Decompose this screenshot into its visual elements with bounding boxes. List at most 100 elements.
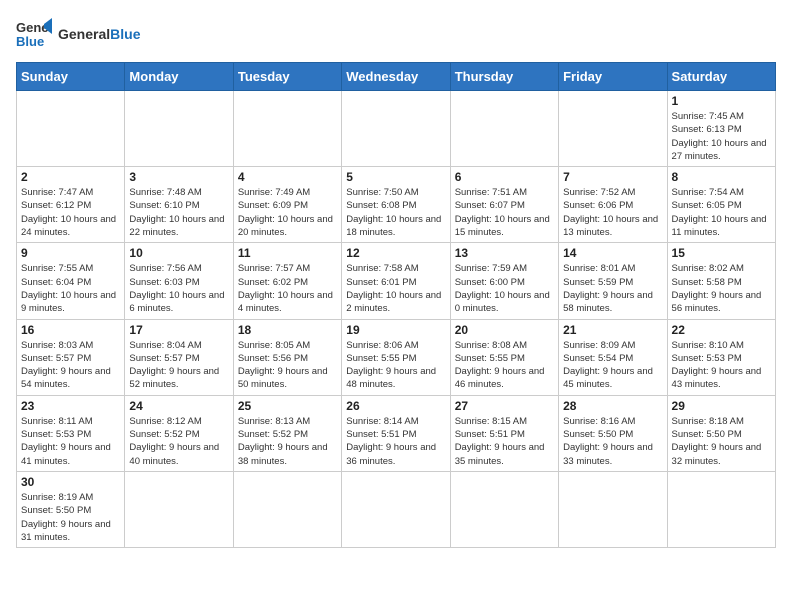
calendar-week-1: 2 Sunrise: 7:47 AM Sunset: 6:12 PM Daylig… — [17, 167, 776, 243]
calendar-cell — [450, 471, 558, 547]
day-number: 4 — [238, 170, 337, 184]
calendar-cell: 11 Sunrise: 7:57 AM Sunset: 6:02 PM Dayli… — [233, 243, 341, 319]
sun-info: Sunrise: 8:02 AM Sunset: 5:58 PM Dayligh… — [672, 262, 771, 315]
sun-info: Sunrise: 8:08 AM Sunset: 5:55 PM Dayligh… — [455, 339, 554, 392]
day-number: 5 — [346, 170, 445, 184]
calendar-cell: 22 Sunrise: 8:10 AM Sunset: 5:53 PM Dayli… — [667, 319, 775, 395]
calendar: SundayMondayTuesdayWednesdayThursdayFrid… — [16, 62, 776, 548]
calendar-cell: 25 Sunrise: 8:13 AM Sunset: 5:52 PM Dayli… — [233, 395, 341, 471]
sun-info: Sunrise: 7:45 AM Sunset: 6:13 PM Dayligh… — [672, 110, 771, 163]
calendar-cell — [450, 91, 558, 167]
day-number: 19 — [346, 323, 445, 337]
day-number: 7 — [563, 170, 662, 184]
logo: General Blue GeneralBlue — [16, 16, 140, 52]
sun-info: Sunrise: 8:11 AM Sunset: 5:53 PM Dayligh… — [21, 415, 120, 468]
sun-info: Sunrise: 7:48 AM Sunset: 6:10 PM Dayligh… — [129, 186, 228, 239]
sun-info: Sunrise: 8:10 AM Sunset: 5:53 PM Dayligh… — [672, 339, 771, 392]
day-number: 16 — [21, 323, 120, 337]
sun-info: Sunrise: 8:13 AM Sunset: 5:52 PM Dayligh… — [238, 415, 337, 468]
day-number: 29 — [672, 399, 771, 413]
calendar-cell — [342, 471, 450, 547]
day-number: 22 — [672, 323, 771, 337]
sun-info: Sunrise: 8:04 AM Sunset: 5:57 PM Dayligh… — [129, 339, 228, 392]
calendar-cell: 5 Sunrise: 7:50 AM Sunset: 6:08 PM Daylig… — [342, 167, 450, 243]
day-number: 1 — [672, 94, 771, 108]
sun-info: Sunrise: 8:14 AM Sunset: 5:51 PM Dayligh… — [346, 415, 445, 468]
calendar-cell: 12Sunrise: 7:58 AM Sunset: 6:01 PM Dayli… — [342, 243, 450, 319]
sun-info: Sunrise: 7:51 AM Sunset: 6:07 PM Dayligh… — [455, 186, 554, 239]
sun-info: Sunrise: 7:47 AM Sunset: 6:12 PM Dayligh… — [21, 186, 120, 239]
day-number: 2 — [21, 170, 120, 184]
calendar-cell: 17Sunrise: 8:04 AM Sunset: 5:57 PM Dayli… — [125, 319, 233, 395]
calendar-cell: 4 Sunrise: 7:49 AM Sunset: 6:09 PM Daylig… — [233, 167, 341, 243]
col-header-wednesday: Wednesday — [342, 63, 450, 91]
sun-info: Sunrise: 8:09 AM Sunset: 5:54 PM Dayligh… — [563, 339, 662, 392]
day-number: 25 — [238, 399, 337, 413]
day-number: 28 — [563, 399, 662, 413]
calendar-cell: 14 Sunrise: 8:01 AM Sunset: 5:59 PM Dayli… — [559, 243, 667, 319]
calendar-cell: 19Sunrise: 8:06 AM Sunset: 5:55 PM Dayli… — [342, 319, 450, 395]
calendar-week-2: 9 Sunrise: 7:55 AM Sunset: 6:04 PM Daylig… — [17, 243, 776, 319]
calendar-cell: 23 Sunrise: 8:11 AM Sunset: 5:53 PM Dayli… — [17, 395, 125, 471]
sun-info: Sunrise: 8:18 AM Sunset: 5:50 PM Dayligh… — [672, 415, 771, 468]
sun-info: Sunrise: 7:55 AM Sunset: 6:04 PM Dayligh… — [21, 262, 120, 315]
svg-text:Blue: Blue — [16, 34, 44, 49]
col-header-sunday: Sunday — [17, 63, 125, 91]
sun-info: Sunrise: 8:12 AM Sunset: 5:52 PM Dayligh… — [129, 415, 228, 468]
calendar-cell — [342, 91, 450, 167]
calendar-cell: 9 Sunrise: 7:55 AM Sunset: 6:04 PM Daylig… — [17, 243, 125, 319]
calendar-cell: 26 Sunrise: 8:14 AM Sunset: 5:51 PM Dayli… — [342, 395, 450, 471]
sun-info: Sunrise: 8:01 AM Sunset: 5:59 PM Dayligh… — [563, 262, 662, 315]
calendar-cell: 16 Sunrise: 8:03 AM Sunset: 5:57 PM Dayli… — [17, 319, 125, 395]
calendar-cell: 7 Sunrise: 7:52 AM Sunset: 6:06 PM Daylig… — [559, 167, 667, 243]
sun-info: Sunrise: 7:49 AM Sunset: 6:09 PM Dayligh… — [238, 186, 337, 239]
sun-info: Sunrise: 7:54 AM Sunset: 6:05 PM Dayligh… — [672, 186, 771, 239]
calendar-cell: 20 Sunrise: 8:08 AM Sunset: 5:55 PM Dayli… — [450, 319, 558, 395]
calendar-week-0: 1 Sunrise: 7:45 AM Sunset: 6:13 PM Daylig… — [17, 91, 776, 167]
col-header-tuesday: Tuesday — [233, 63, 341, 91]
sun-info: Sunrise: 8:03 AM Sunset: 5:57 PM Dayligh… — [21, 339, 120, 392]
sun-info: Sunrise: 7:57 AM Sunset: 6:02 PM Dayligh… — [238, 262, 337, 315]
calendar-cell: 2 Sunrise: 7:47 AM Sunset: 6:12 PM Daylig… — [17, 167, 125, 243]
sun-info: Sunrise: 7:56 AM Sunset: 6:03 PM Dayligh… — [129, 262, 228, 315]
calendar-cell: 10 Sunrise: 7:56 AM Sunset: 6:03 PM Dayli… — [125, 243, 233, 319]
day-number: 13 — [455, 246, 554, 260]
day-number: 20 — [455, 323, 554, 337]
sun-info: Sunrise: 8:19 AM Sunset: 5:50 PM Dayligh… — [21, 491, 120, 544]
calendar-cell: 30Sunrise: 8:19 AM Sunset: 5:50 PM Dayli… — [17, 471, 125, 547]
day-number: 10 — [129, 246, 228, 260]
sun-info: Sunrise: 8:15 AM Sunset: 5:51 PM Dayligh… — [455, 415, 554, 468]
day-number: 26 — [346, 399, 445, 413]
calendar-cell — [667, 471, 775, 547]
day-number: 14 — [563, 246, 662, 260]
calendar-cell: 13Sunrise: 7:59 AM Sunset: 6:00 PM Dayli… — [450, 243, 558, 319]
day-number: 12 — [346, 246, 445, 260]
col-header-monday: Monday — [125, 63, 233, 91]
day-number: 6 — [455, 170, 554, 184]
calendar-cell — [233, 91, 341, 167]
day-number: 3 — [129, 170, 228, 184]
calendar-cell — [559, 471, 667, 547]
calendar-cell: 18Sunrise: 8:05 AM Sunset: 5:56 PM Dayli… — [233, 319, 341, 395]
day-number: 27 — [455, 399, 554, 413]
calendar-header-row: SundayMondayTuesdayWednesdayThursdayFrid… — [17, 63, 776, 91]
day-number: 23 — [21, 399, 120, 413]
calendar-cell — [17, 91, 125, 167]
sun-info: Sunrise: 7:50 AM Sunset: 6:08 PM Dayligh… — [346, 186, 445, 239]
col-header-friday: Friday — [559, 63, 667, 91]
calendar-cell — [125, 471, 233, 547]
day-number: 9 — [21, 246, 120, 260]
sun-info: Sunrise: 8:16 AM Sunset: 5:50 PM Dayligh… — [563, 415, 662, 468]
day-number: 18 — [238, 323, 337, 337]
sun-info: Sunrise: 7:52 AM Sunset: 6:06 PM Dayligh… — [563, 186, 662, 239]
page-header: General Blue GeneralBlue — [16, 16, 776, 52]
calendar-cell: 3 Sunrise: 7:48 AM Sunset: 6:10 PM Daylig… — [125, 167, 233, 243]
day-number: 11 — [238, 246, 337, 260]
calendar-cell: 6 Sunrise: 7:51 AM Sunset: 6:07 PM Daylig… — [450, 167, 558, 243]
calendar-cell: 8Sunrise: 7:54 AM Sunset: 6:05 PM Daylig… — [667, 167, 775, 243]
calendar-cell — [559, 91, 667, 167]
calendar-cell — [233, 471, 341, 547]
calendar-cell: 29 Sunrise: 8:18 AM Sunset: 5:50 PM Dayli… — [667, 395, 775, 471]
col-header-saturday: Saturday — [667, 63, 775, 91]
day-number: 24 — [129, 399, 228, 413]
